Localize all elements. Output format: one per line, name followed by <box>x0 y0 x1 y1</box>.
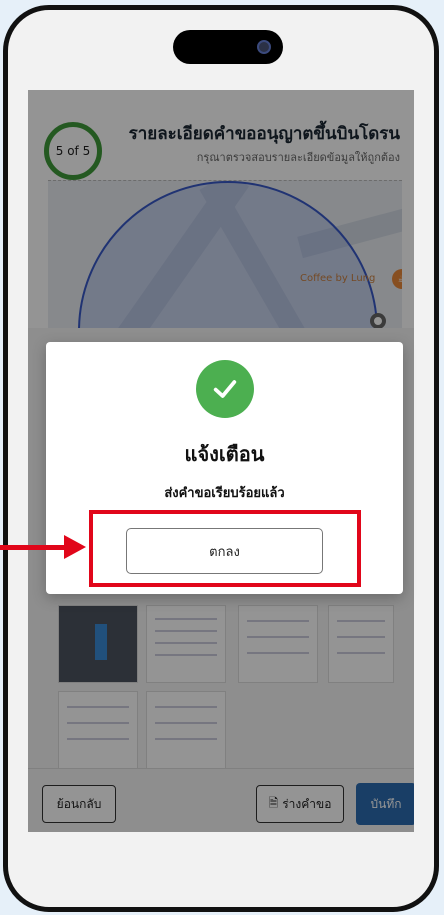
highlight-box <box>89 510 361 587</box>
camera-icon <box>257 40 271 54</box>
notch <box>173 30 283 64</box>
side-button <box>3 272 8 330</box>
side-button <box>3 200 8 258</box>
dialog-message: ส่งคำขอเรียบร้อยแล้ว <box>164 486 285 501</box>
side-button <box>3 130 8 162</box>
check-mark <box>213 380 237 398</box>
check-icon <box>196 360 254 418</box>
arrow-right-icon <box>0 545 68 550</box>
dialog-title: แจ้งเตือน <box>184 442 265 466</box>
arrow-head <box>64 535 86 559</box>
